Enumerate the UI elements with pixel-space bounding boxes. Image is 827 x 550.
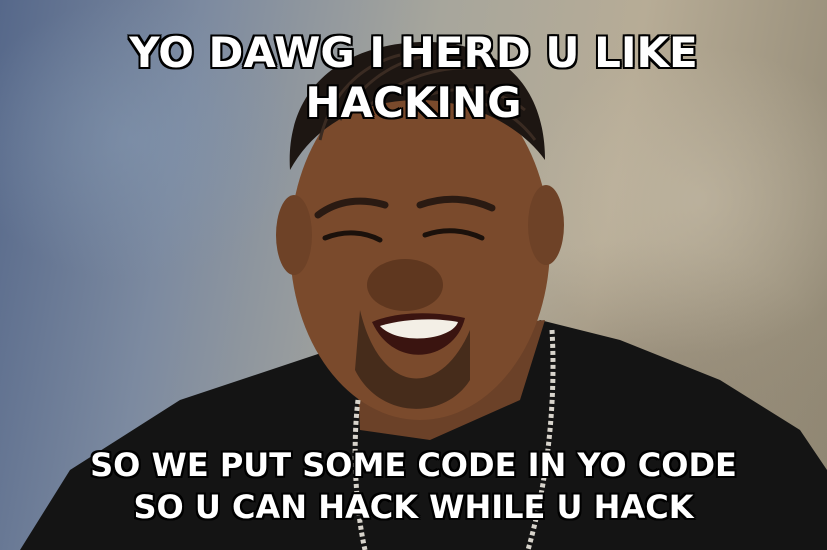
bottom-caption-line-2: SO U CAN HACK WHILE U HACK: [133, 488, 694, 526]
top-caption-line-2: HACKING: [305, 78, 522, 127]
right-ear: [528, 185, 564, 265]
nose: [367, 259, 443, 311]
top-caption: YO DAWG I HERD U LIKE HACKING: [0, 28, 827, 128]
meme-image: YO DAWG I HERD U LIKE HACKING SO WE PUT …: [0, 0, 827, 550]
left-ear: [276, 195, 312, 275]
bottom-caption: SO WE PUT SOME CODE IN YO CODE SO U CAN …: [0, 444, 827, 528]
bottom-caption-line-1: SO WE PUT SOME CODE IN YO CODE: [90, 446, 737, 484]
top-caption-line-1: YO DAWG I HERD U LIKE: [129, 28, 698, 77]
